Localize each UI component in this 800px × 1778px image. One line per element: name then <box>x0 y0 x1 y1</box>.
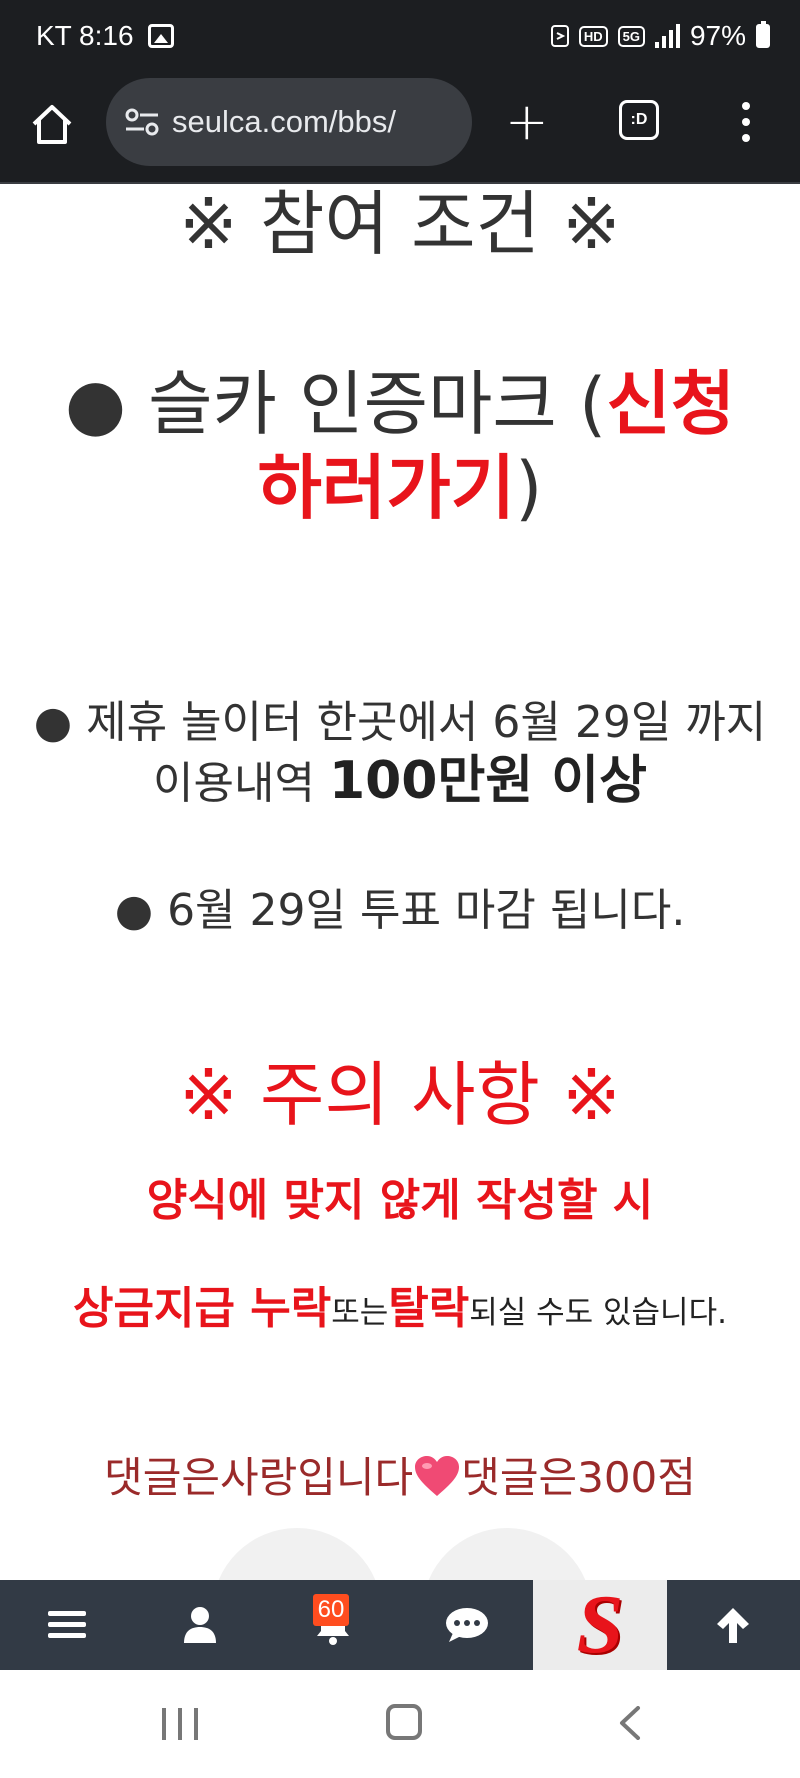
heart-icon <box>415 1456 460 1496</box>
comment-right: 댓글은300점 <box>461 1453 696 1502</box>
status-bar: KT 8:16 HD 5G 97% <box>0 0 800 74</box>
gallery-icon <box>147 24 174 48</box>
usage-amount: 100만원 이상 <box>328 751 647 811</box>
caution-heading: ※ 주의 사항 ※ <box>179 1054 621 1136</box>
bottom-nav: 60 S <box>0 1580 800 1670</box>
penalty-or: 또는 <box>331 1295 389 1331</box>
browser-toolbar: seulca.com/bbs/ + :D <box>0 74 800 184</box>
vote-deadline: ● 6월 29일 투표 마감 됩니다. <box>114 885 686 936</box>
sync-icon <box>550 25 569 47</box>
conditions-heading: ※ 참여 조건 ※ <box>179 184 621 265</box>
brand-prefix: ● 슬카 인증마크 ( <box>64 363 607 445</box>
carrier-time: KT 8:16 <box>36 20 134 51</box>
battery-icon <box>756 21 770 48</box>
url-text[interactable]: seulca.com/bbs/ <box>172 104 396 140</box>
comment-message: 댓글은사랑입니다 댓글은300점 <box>0 1444 800 1505</box>
brand-mark-condition: ● 슬카 인증마크 (신청하러가기) <box>40 362 760 530</box>
user-icon[interactable] <box>183 1606 217 1644</box>
more-menu-icon[interactable] <box>740 102 752 142</box>
hd-badge: HD <box>578 25 608 47</box>
dislike-button[interactable] <box>422 1528 592 1580</box>
site-settings-icon[interactable] <box>124 107 160 137</box>
system-home-icon[interactable] <box>386 1704 422 1740</box>
penalty-line: 상금지급 누락또는탈락되실 수도 있습니다. <box>0 1272 800 1336</box>
nav-site-logo[interactable]: S <box>533 1580 667 1670</box>
notification-count-badge: 60 <box>312 1594 350 1626</box>
new-tab-button[interactable]: + <box>505 96 549 148</box>
usage-condition: ● 제휴 놀이터 한곳에서 6월 29일 까지 이용내역 100만원 이상 <box>30 694 770 813</box>
battery-text: 97% <box>689 20 746 51</box>
nav-scroll-top[interactable] <box>667 1580 800 1670</box>
comment-left: 댓글은사랑입니다 <box>104 1453 414 1502</box>
caution-line: 양식에 맞지 않게 작성할 시 <box>146 1175 654 1226</box>
post-content: ※ 참여 조건 ※ ● 슬카 인증마크 (신청하러가기) ● 제휴 놀이터 한곳… <box>0 184 800 1580</box>
system-navigation-bar <box>0 1670 800 1778</box>
penalty-omission: 상금지급 누락 <box>73 1283 332 1334</box>
signal-icon <box>654 24 680 48</box>
network-badge: 5G <box>617 25 645 47</box>
penalty-elimination: 탈락 <box>388 1283 470 1334</box>
chat-icon[interactable] <box>445 1607 489 1643</box>
url-bar[interactable]: seulca.com/bbs/ <box>106 78 472 166</box>
penalty-tail: 되실 수도 있습니다. <box>469 1295 727 1331</box>
like-button[interactable] <box>212 1528 382 1580</box>
tab-switcher-button[interactable]: :D <box>619 100 659 140</box>
arrow-up-icon[interactable] <box>714 1605 752 1645</box>
brand-suffix: ) <box>515 447 543 529</box>
nav-menu[interactable] <box>0 1580 133 1670</box>
status-left: KT 8:16 <box>36 20 174 52</box>
home-icon[interactable] <box>30 102 74 146</box>
hamburger-menu-icon[interactable] <box>47 1609 86 1641</box>
nav-chat[interactable] <box>400 1580 533 1670</box>
status-right: HD 5G 97% <box>550 20 770 52</box>
nav-user[interactable] <box>133 1580 266 1670</box>
back-icon[interactable] <box>614 1706 648 1740</box>
nav-notifications[interactable]: 60 <box>267 1580 400 1670</box>
recent-apps-icon[interactable] <box>162 1708 198 1740</box>
site-logo[interactable]: S <box>577 1583 624 1667</box>
